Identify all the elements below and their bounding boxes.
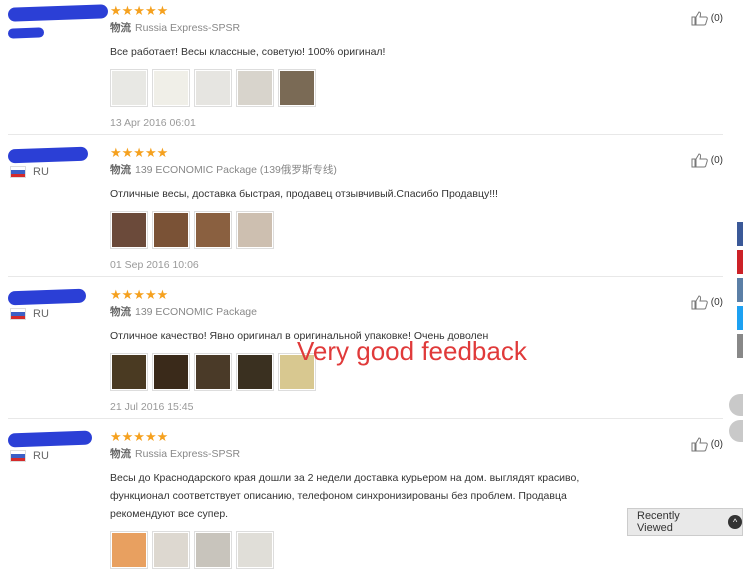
- review-1: ★★★★★ 物流 Russia Express-SPSR Все работает…: [0, 4, 723, 132]
- share-bar: [737, 222, 743, 362]
- review-photo-thumbnail[interactable]: [194, 69, 232, 107]
- review-photo-thumbnail[interactable]: [194, 211, 232, 249]
- review-text: Все работает! Весы классные, советую! 10…: [110, 46, 386, 58]
- review-photos: [110, 69, 690, 107]
- helpful-button[interactable]: (0): [691, 294, 723, 310]
- review-content: ★★★★★ 物流 Russia Express-SPSR Все работает…: [110, 4, 690, 129]
- thumbs-up-icon: [691, 437, 708, 452]
- helpful-count: (0): [710, 154, 723, 166]
- review-photo-thumbnail[interactable]: [110, 69, 148, 107]
- shipping-info: 物流 139 ECONOMIC Package: [110, 306, 257, 318]
- review-photos: [110, 531, 630, 569]
- divider: [8, 134, 723, 135]
- reviewer-name-redacted: [7, 146, 89, 164]
- review-2: RU ★★★★★ 物流 139 ECONOMIC Package (139俄罗斯专…: [0, 146, 723, 276]
- review-photo-thumbnail[interactable]: [236, 69, 274, 107]
- star-rating: ★★★★★: [110, 145, 169, 160]
- reviewer-name-redacted: [7, 27, 45, 39]
- review-photo-thumbnail[interactable]: [110, 531, 148, 569]
- shipping-info: 物流 Russia Express-SPSR: [110, 448, 241, 460]
- reviewer-name-redacted: [7, 4, 109, 22]
- vk-share-icon[interactable]: [737, 278, 743, 302]
- review-content: ★★★★★ 物流 Russia Express-SPSR Весы до Крас…: [110, 430, 630, 569]
- reviewer-name-redacted: [7, 288, 87, 306]
- review-photo-thumbnail[interactable]: [110, 353, 148, 391]
- helpful-count: (0): [710, 438, 723, 450]
- pinterest-share-icon[interactable]: [737, 250, 743, 274]
- side-controls: [729, 394, 743, 446]
- shipping-info: 物流 Russia Express-SPSR: [110, 22, 241, 34]
- overlay-annotation: Very good feedback: [297, 336, 527, 366]
- review-photo-thumbnail[interactable]: [236, 353, 274, 391]
- star-rating: ★★★★★: [110, 429, 169, 444]
- review-photo-thumbnail[interactable]: [152, 211, 190, 249]
- facebook-share-icon[interactable]: [737, 222, 743, 246]
- reviewer-country: RU: [10, 450, 49, 462]
- review-photo-thumbnail[interactable]: [152, 353, 190, 391]
- review-content: ★★★★★ 物流 139 ECONOMIC Package (139俄罗斯专线) …: [110, 146, 690, 271]
- russia-flag-icon: [10, 450, 26, 462]
- review-photo-thumbnail[interactable]: [110, 211, 148, 249]
- divider: [8, 418, 723, 419]
- more-share-icon[interactable]: [737, 334, 743, 358]
- side-button[interactable]: [729, 420, 743, 442]
- review-photo-thumbnail[interactable]: [278, 69, 316, 107]
- thumbs-up-icon: [691, 295, 708, 310]
- review-text: Весы до Краснодарского края дошли за 2 н…: [110, 472, 580, 520]
- review-4: RU ★★★★★ 物流 Russia Express-SPSR Весы до К…: [0, 430, 723, 569]
- reviewer-country: RU: [10, 166, 49, 178]
- thumbs-up-icon: [691, 11, 708, 26]
- star-rating: ★★★★★: [110, 3, 169, 18]
- star-rating: ★★★★★: [110, 287, 169, 302]
- review-date: 21 Jul 2016 15:45: [110, 401, 194, 413]
- review-photo-thumbnail[interactable]: [236, 211, 274, 249]
- recently-viewed-label: Recently Viewed: [637, 510, 680, 534]
- helpful-button[interactable]: (0): [691, 10, 723, 26]
- russia-flag-icon: [10, 166, 26, 178]
- review-text: Отличные весы, доставка быстрая, продаве…: [110, 188, 498, 200]
- reviewer-name-redacted: [7, 430, 93, 448]
- side-button[interactable]: [729, 394, 743, 416]
- review-photo-thumbnail[interactable]: [152, 69, 190, 107]
- review-date: 13 Apr 2016 06:01: [110, 117, 196, 129]
- review-date: 01 Sep 2016 10:06: [110, 259, 199, 271]
- review-photos: [110, 211, 690, 249]
- review-photo-thumbnail[interactable]: [194, 353, 232, 391]
- chevron-up-icon: ^: [728, 515, 742, 529]
- helpful-count: (0): [710, 296, 723, 308]
- divider: [8, 276, 723, 277]
- helpful-count: (0): [710, 12, 723, 24]
- helpful-button[interactable]: (0): [691, 152, 723, 168]
- review-photo-thumbnail[interactable]: [236, 531, 274, 569]
- reviewer-country: RU: [10, 308, 49, 320]
- review-photo-thumbnail[interactable]: [194, 531, 232, 569]
- twitter-share-icon[interactable]: [737, 306, 743, 330]
- recently-viewed-tab[interactable]: Recently Viewed ^: [627, 508, 743, 536]
- shipping-info: 物流 139 ECONOMIC Package (139俄罗斯专线): [110, 164, 337, 176]
- review-photo-thumbnail[interactable]: [152, 531, 190, 569]
- russia-flag-icon: [10, 308, 26, 320]
- thumbs-up-icon: [691, 153, 708, 168]
- helpful-button[interactable]: (0): [691, 436, 723, 452]
